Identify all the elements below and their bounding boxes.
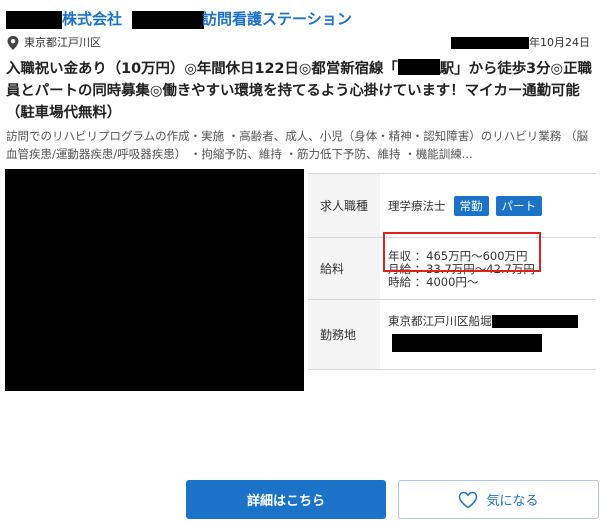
tag-fulltime: 常勤 (453, 196, 489, 216)
job-headline[interactable]: 入職祝い金あり（10万円）◎年間休日122日◎都営新宿線「 駅」から徒歩3分◎正職… (6, 58, 592, 124)
location-text: 東京都江戸川区 (24, 36, 101, 49)
job-type-label: 求人職種 (308, 174, 380, 237)
favorite-label: 気になる (486, 493, 539, 508)
redacted-station-in-headline (397, 59, 440, 75)
posted-date: 年10月24日 (451, 35, 590, 51)
company-suffix: 株式会社 (62, 10, 123, 28)
detail-button[interactable]: 詳細はこちら (186, 480, 386, 519)
date-suffix: 年10月24日 (529, 36, 590, 49)
meta-row: 東京都江戸川区 年10月24日 (6, 34, 594, 52)
redacted-year (451, 37, 529, 49)
redacted-address (491, 315, 578, 328)
workplace-value: 東京都江戸川区船堀 (388, 314, 492, 328)
headline-part-1: 入職祝い金あり（10万円）◎年間休日122日◎都営新宿線「 (6, 61, 398, 77)
redacted-station-name (132, 10, 205, 29)
salary-hourly: 時給 ：4000円～ (388, 275, 479, 289)
job-card-header: 株式会社 訪問看護ステーション (6, 8, 596, 34)
job-type-value: 理学療法士 (388, 199, 446, 213)
job-type-row: 求人職種 理学療法士 常勤 パート (308, 174, 596, 238)
job-description: 訪問でのリハビリプログラムの作成・実施 ・高齢者、成人、小児（身体・精神・認知障… (6, 129, 588, 161)
redacted-address-line-2 (392, 334, 542, 352)
workplace-row: 勤務地 東京都江戸川区船堀 (308, 300, 596, 370)
tag-parttime: パート (495, 196, 542, 216)
location-pin-icon (7, 36, 19, 50)
job-photo (5, 169, 304, 391)
job-details-table: 求人職種 理学療法士 常勤 パート 給料 年収 ：465万円～600万円 月給 … (308, 173, 596, 370)
workplace-label: 勤務地 (308, 300, 380, 369)
favorite-button[interactable]: 気になる (398, 480, 599, 519)
station-name: 訪問看護ステーション (202, 10, 352, 28)
company-name-link[interactable]: 株式会社 訪問看護ステーション (6, 8, 352, 30)
heart-icon (459, 491, 478, 508)
salary-label: 給料 (308, 238, 380, 299)
salary-highlight-box (383, 232, 541, 272)
redacted-company-name (6, 10, 62, 29)
